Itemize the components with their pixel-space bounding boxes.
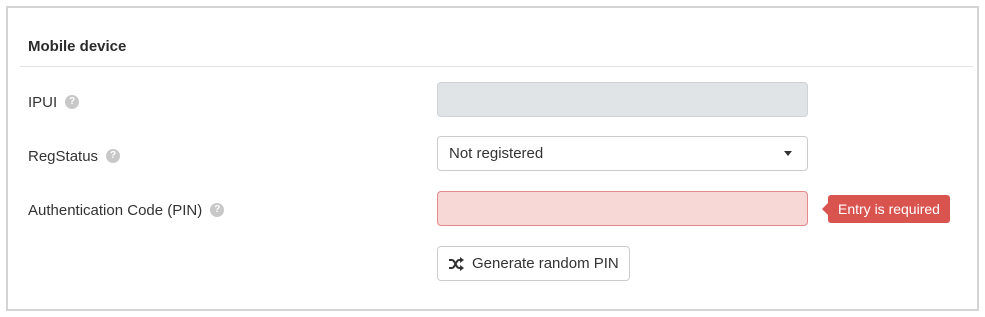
section-title: Mobile device bbox=[28, 38, 127, 55]
question-circle-icon[interactable]: ? bbox=[65, 95, 80, 109]
ipui-input bbox=[437, 82, 808, 117]
pin-label-row: Authentication Code (PIN) ? bbox=[28, 200, 225, 220]
question-circle-icon[interactable]: ? bbox=[210, 203, 225, 217]
ipui-label-row: IPUI ? bbox=[28, 92, 80, 112]
regstatus-label: RegStatus bbox=[28, 147, 99, 165]
pin-input[interactable] bbox=[437, 191, 808, 226]
generate-random-pin-button[interactable]: Generate random PIN bbox=[437, 246, 630, 281]
regstatus-selected-value: Not registered bbox=[449, 145, 544, 162]
section-divider bbox=[20, 66, 973, 67]
shuffle-icon bbox=[448, 256, 464, 271]
ipui-label: IPUI bbox=[28, 93, 58, 111]
pin-label: Authentication Code (PIN) bbox=[28, 201, 203, 219]
mobile-device-panel: Mobile device IPUI ? RegStatus ? Not reg… bbox=[6, 6, 979, 311]
pin-error-tooltip: Entry is required bbox=[822, 195, 950, 223]
regstatus-label-row: RegStatus ? bbox=[28, 146, 121, 166]
question-circle-icon[interactable]: ? bbox=[106, 149, 121, 163]
regstatus-select[interactable]: Not registered bbox=[437, 136, 808, 171]
generate-random-pin-label: Generate random PIN bbox=[472, 255, 619, 272]
caret-down-icon bbox=[784, 151, 792, 156]
